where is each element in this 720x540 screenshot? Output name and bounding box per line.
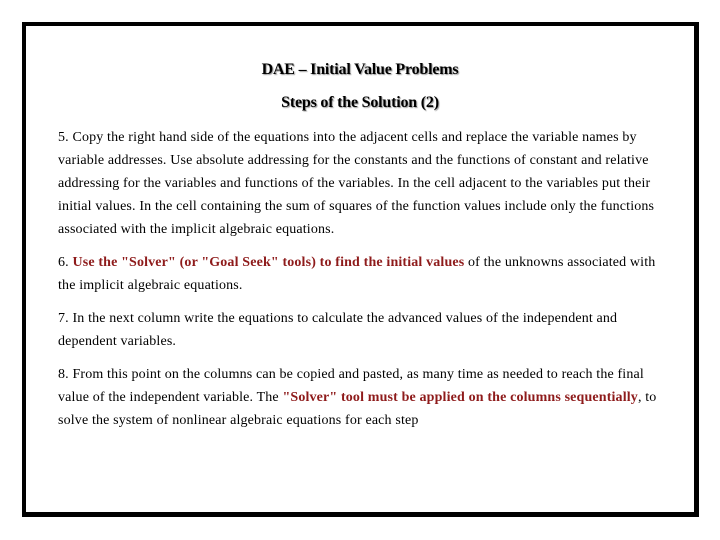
- slide-subtitle: Steps of the Solution (2): [281, 94, 439, 111]
- step-text: In the next column write the equations t…: [58, 311, 618, 349]
- slide-title: DAE – Initial Value Problems: [261, 61, 459, 78]
- step-highlight: "Solver" tool must be applied on the col…: [282, 390, 638, 405]
- slide-frame: DAE – Initial Value Problems Steps of th…: [22, 22, 699, 517]
- step-7: 7. In the next column write the equation…: [58, 307, 670, 353]
- step-highlight: Use the "Solver" (or "Goal Seek" tools) …: [72, 255, 465, 270]
- step-6: 6. Use the "Solver" (or "Goal Seek" tool…: [58, 251, 670, 297]
- step-5: 5. Copy the right hand side of the equat…: [58, 126, 670, 241]
- step-8: 8. From this point on the columns can be…: [58, 363, 670, 432]
- step-text: Copy the right hand side of the equation…: [58, 130, 655, 237]
- steps-body: 5. Copy the right hand side of the equat…: [58, 126, 670, 442]
- step-number: 6.: [58, 255, 69, 270]
- step-number: 5.: [58, 130, 69, 145]
- step-number: 8.: [58, 367, 69, 382]
- step-number: 7.: [58, 311, 69, 326]
